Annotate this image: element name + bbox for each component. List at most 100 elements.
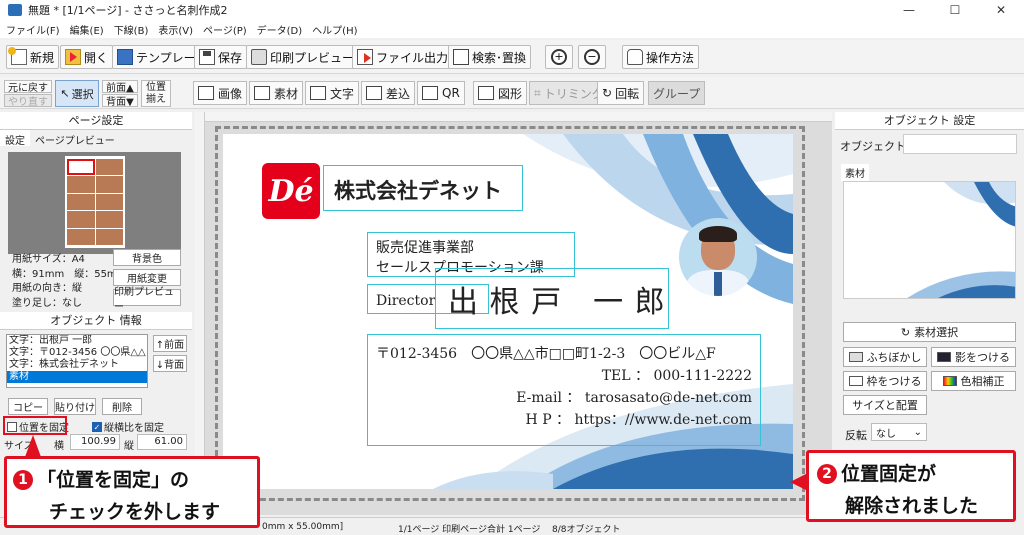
card-slot bbox=[67, 211, 95, 228]
print-preview-small-button[interactable]: 印刷プレビュー bbox=[113, 287, 181, 313]
step-2-badge: 2 bbox=[817, 464, 837, 484]
qr-tool[interactable]: QR bbox=[417, 81, 465, 105]
menu-edit[interactable]: 編集(E) bbox=[70, 22, 104, 37]
image-tool[interactable]: 画像 bbox=[193, 81, 248, 105]
keep-ratio-option[interactable]: ✓ 縦横比を固定 bbox=[92, 419, 164, 434]
email-text: E-mail ： tarosasato@de-net.com bbox=[516, 390, 752, 406]
background-color-button[interactable]: 背景色 bbox=[113, 249, 181, 266]
move-front-button[interactable]: ↑前面 bbox=[153, 335, 187, 352]
file-output-button[interactable]: ファイル出力 bbox=[352, 45, 454, 69]
refresh-icon: ↻ bbox=[900, 325, 911, 339]
minimize-button[interactable]: — bbox=[886, 0, 932, 20]
department-line1: 販売促進事業部 bbox=[376, 240, 474, 256]
menu-underline[interactable]: 下線(B) bbox=[114, 22, 149, 37]
list-item[interactable]: 文字：出根戸 一郎 bbox=[7, 335, 147, 347]
tab-settings[interactable]: 設定 bbox=[0, 130, 30, 147]
color-correction-button[interactable]: 色相補正 bbox=[931, 371, 1016, 391]
paste-button[interactable]: 貼り付け bbox=[54, 398, 96, 415]
maximize-button[interactable]: ☐ bbox=[932, 0, 978, 20]
company-name-box[interactable]: 株式会社デネット bbox=[323, 165, 523, 211]
insert-tool[interactable]: 差込 bbox=[361, 81, 416, 105]
print-preview-button[interactable]: 印刷プレビュー bbox=[246, 45, 360, 69]
select-material-button[interactable]: ↻ 素材選択 bbox=[843, 322, 1016, 342]
frame-icon bbox=[848, 376, 863, 386]
status-objects: 8/8オブジェクト bbox=[552, 525, 621, 535]
shape-icon bbox=[478, 86, 494, 100]
menu-file[interactable]: ファイル(F) bbox=[6, 22, 60, 37]
company-logo[interactable]: Dé bbox=[262, 163, 320, 219]
select-tool-button[interactable]: ↖ 選択 bbox=[55, 80, 99, 107]
new-button[interactable]: 新規 bbox=[6, 45, 60, 69]
color-palette-icon bbox=[942, 376, 957, 386]
move-back-button[interactable]: ↓背面 bbox=[153, 355, 187, 372]
orientation-info: 用紙の向き：縦 bbox=[12, 283, 82, 294]
height-field[interactable]: 61.00 bbox=[137, 434, 187, 450]
object-list[interactable]: 文字：出根戸 一郎 文字：〒012-3456 〇〇県△△ 文字：株式会社デネット… bbox=[6, 334, 148, 388]
tab-page-preview[interactable]: ページプレビュー bbox=[30, 130, 120, 147]
person-name: 出 根 戸 一 郎 bbox=[448, 285, 666, 320]
person-name-box[interactable]: 出 根 戸 一 郎 bbox=[435, 268, 669, 329]
send-back-button[interactable]: 背面▼ bbox=[102, 94, 138, 108]
add-shadow-button[interactable]: 影をつける bbox=[931, 347, 1016, 367]
text-icon bbox=[310, 86, 326, 100]
add-frame-button[interactable]: 枠をつける bbox=[843, 371, 927, 391]
search-replace-button[interactable]: 検索･置換 bbox=[448, 45, 532, 69]
shape-tool[interactable]: 図形 bbox=[473, 81, 528, 105]
tel-text: TEL ： 000-111-2222 bbox=[601, 368, 752, 384]
object-name-field[interactable] bbox=[903, 134, 1017, 154]
image-icon bbox=[198, 86, 214, 100]
page-settings-header: ページ設定 bbox=[0, 112, 192, 130]
undo-button[interactable]: 元に戻す bbox=[4, 80, 52, 94]
page-tabs: 設定 ページプレビュー bbox=[0, 130, 192, 147]
menu-view[interactable]: 表示(V) bbox=[158, 22, 193, 37]
menu-help[interactable]: ヘルプ(H) bbox=[312, 22, 357, 37]
material-tab[interactable]: 素材 bbox=[841, 164, 869, 181]
callout-2-line2: 解除されました bbox=[845, 495, 979, 517]
menu-page[interactable]: ページ(P) bbox=[203, 22, 247, 37]
card-slot bbox=[95, 211, 123, 228]
dimensions-info: 横：91mm 縦：55mm bbox=[12, 269, 127, 280]
zoom-in-icon: + bbox=[551, 49, 567, 65]
text-tool[interactable]: 文字 bbox=[305, 81, 360, 105]
material-tool[interactable]: 素材 bbox=[249, 81, 304, 105]
canvas-area[interactable]: Dé 株式会社デネット 販売促進事業部 セールスプロモーション課 Directo… bbox=[195, 112, 832, 515]
flip-select[interactable]: なし ⌄ bbox=[871, 423, 927, 441]
hand-pointer-icon bbox=[627, 49, 643, 65]
howto-button[interactable]: 操作方法 bbox=[622, 45, 700, 69]
redo-button[interactable]: やり直す bbox=[4, 94, 52, 108]
card-slot bbox=[95, 176, 123, 193]
material-icon bbox=[254, 86, 270, 100]
bring-front-button[interactable]: 前面▲ bbox=[102, 80, 138, 94]
copy-button[interactable]: コピー bbox=[8, 398, 48, 415]
close-button[interactable]: ✕ bbox=[978, 0, 1024, 20]
callout-1-text1: 「位置を固定」の bbox=[37, 469, 190, 491]
open-folder-icon bbox=[65, 49, 81, 65]
keep-ratio-checkbox[interactable]: ✓ bbox=[92, 421, 102, 432]
open-button[interactable]: 開く bbox=[60, 45, 114, 69]
object-info-header: オブジェクト 情報 bbox=[0, 312, 192, 330]
card-slot bbox=[67, 159, 95, 176]
delete-button[interactable]: 削除 bbox=[102, 398, 142, 415]
callout-step-1: 1 「位置を固定」の チェックを外します bbox=[4, 456, 260, 528]
group-tool[interactable]: グループ bbox=[648, 81, 706, 105]
list-item[interactable]: 文字：〒012-3456 〇〇県△△ bbox=[7, 347, 147, 359]
contact-box[interactable]: 〒012-3456 〇〇県△△市□□町1-2-3 〇〇ビル△F TEL ： 00… bbox=[367, 334, 761, 446]
size-position-button[interactable]: サイズと配置 bbox=[843, 395, 927, 415]
paper-size-info: 用紙サイズ：A4 bbox=[12, 254, 85, 265]
width-field[interactable]: 100.99 bbox=[70, 434, 120, 450]
business-card[interactable]: Dé 株式会社デネット 販売促進事業部 セールスプロモーション課 Directo… bbox=[223, 134, 793, 489]
callout-1-line1: 1 「位置を固定」の bbox=[13, 465, 189, 492]
list-item-selected[interactable]: 素材 bbox=[7, 371, 147, 383]
blur-icon bbox=[848, 352, 863, 362]
save-button[interactable]: 保存 bbox=[194, 45, 248, 69]
rotate-tool[interactable]: ↻ 回転 bbox=[597, 81, 645, 105]
zoom-out-button[interactable]: − bbox=[578, 45, 606, 69]
material-preview bbox=[843, 181, 1016, 299]
zoom-in-button[interactable]: + bbox=[545, 45, 573, 69]
align-button[interactable]: 位置揃え bbox=[141, 80, 171, 107]
blur-edge-button[interactable]: ふちぼかし bbox=[843, 347, 927, 367]
portrait-photo[interactable] bbox=[679, 218, 757, 296]
flip-label: 反転 bbox=[845, 429, 867, 442]
menu-data[interactable]: データ(D) bbox=[257, 22, 303, 37]
list-item[interactable]: 文字：株式会社デネット bbox=[7, 359, 147, 371]
